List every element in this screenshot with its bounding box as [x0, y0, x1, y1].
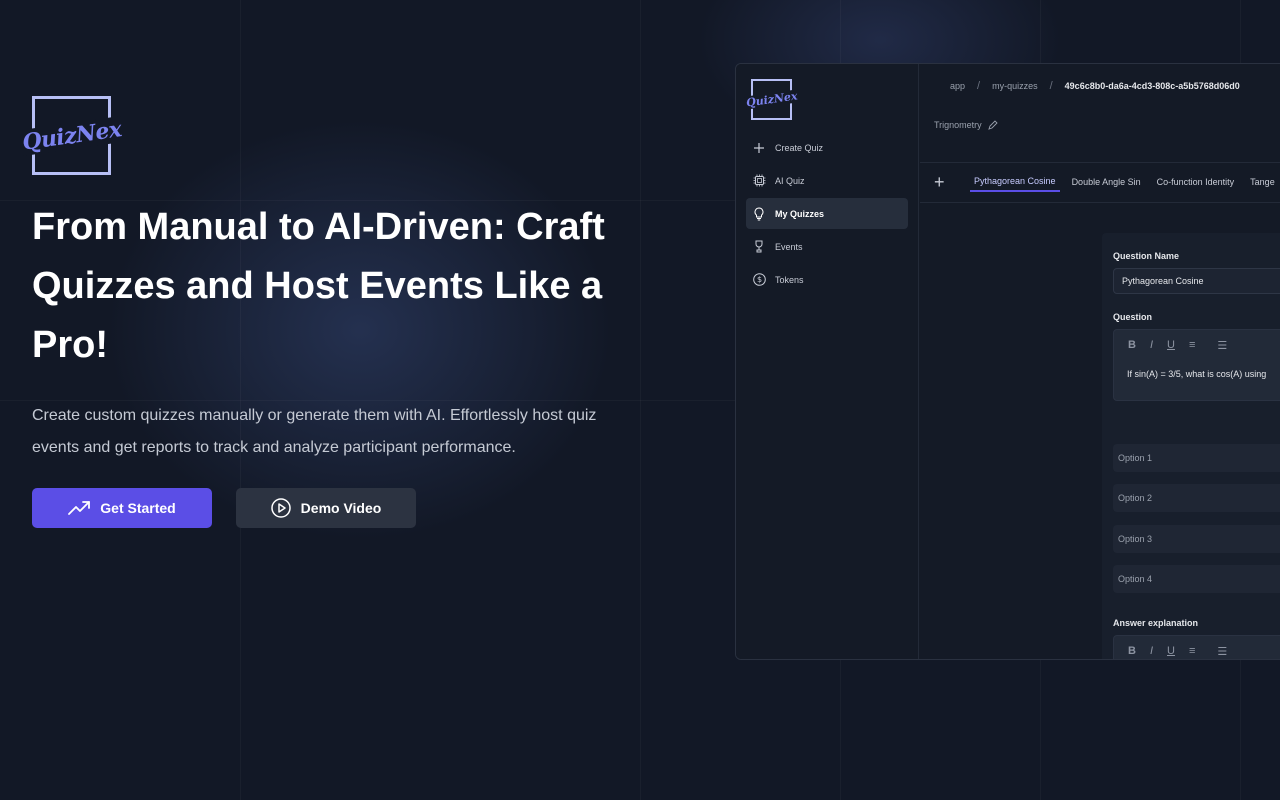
option-4-input[interactable]: Option 4 [1113, 565, 1280, 593]
question-editor: Question Name Pythagorean Cosine Questio… [1102, 233, 1280, 659]
option-2-input[interactable]: Option 2 [1113, 484, 1280, 512]
breadcrumb-app[interactable]: app [950, 81, 965, 91]
get-started-button[interactable]: Get Started [32, 488, 212, 528]
sidebar-item-tokens[interactable]: $ Tokens [746, 264, 908, 295]
logo-text: QuizNex [19, 115, 124, 156]
sidebar-item-ai-quiz[interactable]: AI Quiz [746, 165, 908, 196]
sidebar-item-label: AI Quiz [775, 175, 805, 186]
hero-subtitle: Create custom quizzes manually or genera… [32, 407, 597, 456]
underline-icon[interactable]: U [1167, 645, 1175, 657]
bold-icon[interactable]: B [1128, 339, 1136, 351]
tab-tangent[interactable]: Tange [1246, 173, 1279, 191]
sidebar-logo-text: QuizNex [744, 89, 799, 110]
answer-explanation-label: Answer explanation [1113, 618, 1199, 628]
underline-icon[interactable]: U [1167, 339, 1175, 351]
ordered-list-icon[interactable]: ≡ [1189, 339, 1195, 351]
bullet-list-icon[interactable]: ☰ [1217, 645, 1227, 658]
svg-text:$: $ [756, 275, 761, 284]
sidebar-item-events[interactable]: Events [746, 231, 908, 262]
breadcrumb-my-quizzes[interactable]: my-quizzes [992, 81, 1038, 91]
dollar-icon: $ [752, 273, 766, 287]
option-1-input[interactable]: Option 1 [1113, 444, 1280, 472]
breadcrumb-separator: / [977, 80, 981, 92]
quiz-subject: Trignometry [934, 120, 998, 130]
divider [920, 162, 1280, 163]
play-circle-icon [270, 498, 291, 518]
bold-icon[interactable]: B [1128, 645, 1136, 657]
pencil-icon[interactable] [987, 120, 998, 130]
sidebar-item-label: Create Quiz [775, 142, 824, 153]
sidebar-item-create-quiz[interactable]: Create Quiz [746, 132, 908, 163]
chip-icon [752, 174, 766, 188]
sidebar-item-label: Tokens [775, 274, 804, 285]
question-text[interactable]: If sin(A) = 3/5, what is cos(A) using [1114, 360, 1280, 388]
divider [920, 202, 1280, 203]
main-panel: app / my-quizzes / 49c6c8b0-da6a-4cd3-80… [920, 64, 1280, 659]
sidebar-item-my-quizzes[interactable]: My Quizzes [746, 198, 908, 229]
ordered-list-icon[interactable]: ≡ [1189, 645, 1195, 657]
bullet-list-icon[interactable]: ☰ [1217, 339, 1227, 352]
question-tabs: + Pythagorean Cosine Double Angle Sin Co… [934, 170, 1279, 194]
get-started-label: Get Started [100, 500, 176, 516]
hero-title: From Manual to AI-Driven: Craft Quizzes … [32, 206, 605, 366]
question-name-input[interactable]: Pythagorean Cosine [1113, 268, 1280, 294]
trophy-icon [752, 240, 766, 254]
option-3-input[interactable]: Option 3 [1113, 525, 1280, 553]
plus-icon [752, 141, 766, 155]
add-question-button[interactable]: + [934, 173, 954, 191]
sidebar-item-label: Events [775, 241, 803, 252]
question-editor-box[interactable]: B I U ≡ ☰ If sin(A) = 3/5, what is cos(A… [1113, 329, 1280, 401]
breadcrumb: app / my-quizzes / 49c6c8b0-da6a-4cd3-80… [950, 78, 1240, 94]
breadcrumb-separator: / [1049, 80, 1053, 92]
quiz-subject-title: Trignometry [934, 120, 982, 130]
rich-text-toolbar: B I U ≡ ☰ [1114, 330, 1280, 360]
rich-text-toolbar: B I U ≡ ☰ [1114, 636, 1280, 659]
tab-double-angle-sin[interactable]: Double Angle Sin [1068, 173, 1145, 191]
demo-video-label: Demo Video [300, 500, 382, 516]
breadcrumb-quiz-id: 49c6c8b0-da6a-4cd3-808c-a5b5768d06d0 [1064, 81, 1240, 91]
question-label: Question [1113, 312, 1153, 322]
answer-explanation-box[interactable]: B I U ≡ ☰ [1113, 635, 1280, 659]
demo-video-button[interactable]: Demo Video [236, 488, 416, 528]
question-name-label: Question Name [1113, 251, 1180, 261]
sidebar-item-label: My Quizzes [775, 208, 825, 219]
italic-icon[interactable]: I [1150, 339, 1153, 351]
sidebar-logo[interactable]: QuizNex [744, 79, 799, 120]
lightbulb-icon [752, 206, 766, 221]
tab-pythagorean-cosine[interactable]: Pythagorean Cosine [970, 172, 1060, 192]
app-preview-window: QuizNex Create Quiz AI Quiz My Quizzes E… [735, 63, 1280, 660]
sidebar: QuizNex Create Quiz AI Quiz My Quizzes E… [736, 64, 919, 659]
italic-icon[interactable]: I [1150, 645, 1153, 657]
quiznex-logo[interactable]: QuizNex [19, 96, 124, 175]
trending-up-icon [68, 501, 91, 515]
tab-co-function-identity[interactable]: Co-function Identity [1153, 173, 1239, 191]
